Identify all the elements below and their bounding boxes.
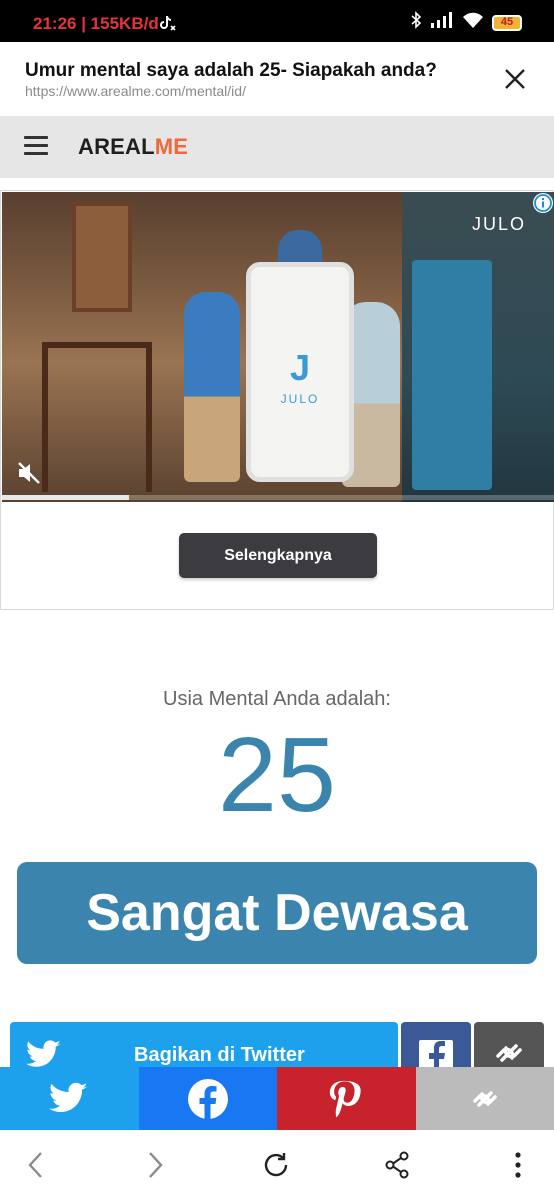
reload-icon [264, 1153, 288, 1177]
share-icon [385, 1151, 409, 1179]
status-icons: 45 [410, 11, 522, 34]
julo-logo: J [289, 347, 311, 388]
ad-info-icon[interactable] [533, 193, 553, 213]
share-twitter-label: Bagikan di Twitter [134, 1044, 305, 1066]
reload-button[interactable] [258, 1147, 294, 1183]
signal-icon [430, 12, 454, 33]
mute-icon[interactable] [16, 460, 42, 491]
link-icon [496, 1044, 522, 1062]
page-title: Umur mental saya adalah 25- Siapakah and… [25, 60, 437, 81]
status-time: 21:26 | 155KB/d [33, 14, 159, 33]
ad-cta-button[interactable]: Selengkapnya [179, 533, 377, 578]
close-button[interactable] [498, 62, 532, 96]
tiktok-icon [158, 14, 176, 37]
ad-container: J JULO JULO Selengkapnya [0, 190, 554, 610]
chevron-left-icon [28, 1152, 42, 1178]
forward-button[interactable] [137, 1147, 173, 1183]
bluetooth-icon [410, 11, 422, 34]
result-verdict: Sangat Dewasa [17, 862, 537, 964]
share-button[interactable] [379, 1147, 415, 1183]
link-icon [473, 1090, 497, 1107]
sticky-share-bar [0, 1067, 554, 1130]
page-url: https://www.arealme.com/mental/id/ [25, 83, 246, 99]
site-header: AREALME [0, 116, 554, 178]
logo-text-accent: ME [154, 134, 189, 159]
browser-toolbar [0, 1130, 554, 1200]
battery-level: 45 [500, 15, 514, 28]
menu-button[interactable] [24, 136, 48, 156]
twitter-icon [49, 1082, 88, 1112]
ad-video[interactable]: J JULO JULO [2, 192, 554, 502]
ad-brand: JULO [472, 214, 527, 234]
back-button[interactable] [18, 1147, 54, 1183]
sticky-share-pinterest[interactable] [277, 1067, 416, 1130]
sticky-share-twitter[interactable] [0, 1067, 139, 1130]
more-options-button[interactable] [500, 1147, 536, 1183]
site-logo[interactable]: AREALME [78, 134, 188, 160]
share-row: Bagikan di Twitter [10, 1022, 544, 1074]
facebook-icon [419, 1040, 453, 1074]
close-icon [505, 69, 525, 89]
pinterest-icon [330, 1080, 361, 1117]
custom-tab-header: Umur mental saya adalah 25- Siapakah and… [0, 42, 554, 116]
ad-scene-cabinet [72, 202, 132, 312]
facebook-icon [187, 1078, 228, 1119]
share-facebook-button[interactable] [401, 1022, 471, 1074]
sticky-share-link[interactable] [415, 1067, 554, 1130]
sticky-share-facebook[interactable] [138, 1067, 277, 1130]
ad-scene-chair [42, 342, 152, 492]
ad-phone-graphic: J JULO [246, 262, 354, 482]
share-link-button[interactable] [474, 1022, 544, 1070]
wifi-icon [462, 12, 484, 33]
more-vertical-icon [515, 1152, 521, 1178]
ad-scene-fridge [412, 260, 492, 490]
result-label: Usia Mental Anda adalah: [163, 688, 391, 710]
ad-progress [2, 495, 554, 500]
ad-progress-fill [2, 495, 129, 500]
status-bar: 21:26 | 155KB/d 45 [0, 0, 554, 42]
battery-icon: 45 [492, 14, 522, 31]
share-twitter-button[interactable]: Bagikan di Twitter [10, 1022, 398, 1070]
julo-wordmark: JULO [280, 392, 320, 406]
chevron-right-icon [149, 1152, 163, 1178]
logo-text-main: AREAL [78, 134, 155, 159]
ad-scene-person [184, 292, 240, 482]
mental-age: 25 [218, 716, 336, 834]
